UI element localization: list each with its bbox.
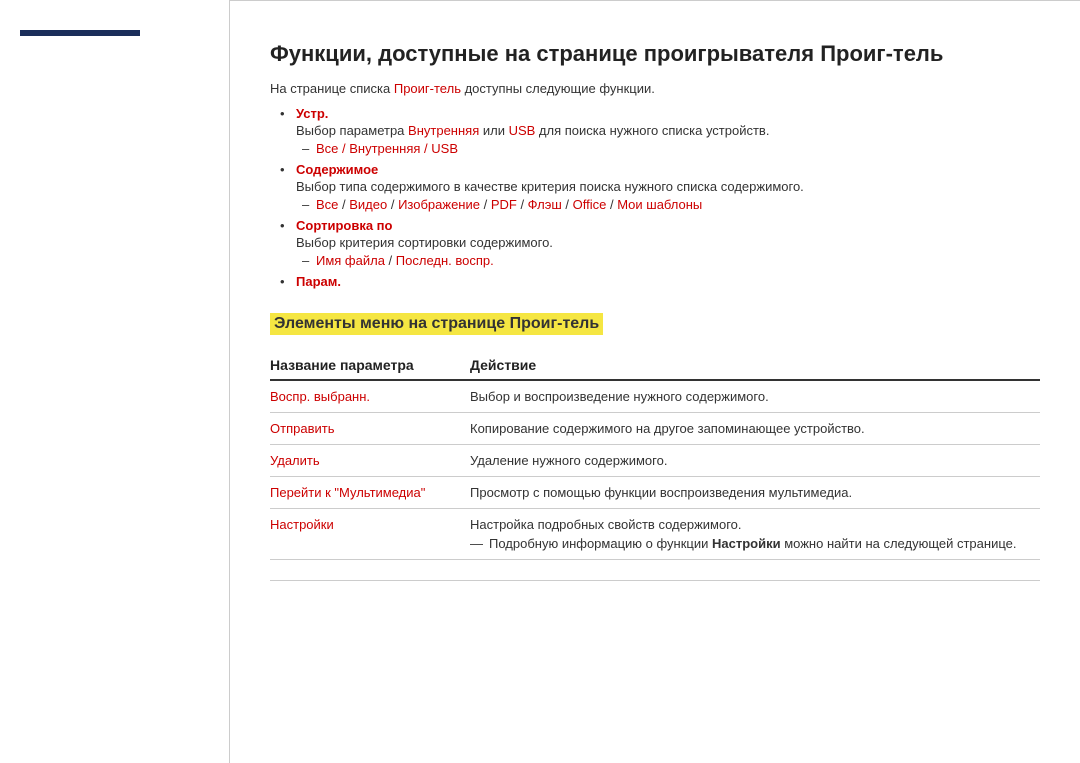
- list-item-sort: Сортировка по Выбор критерия сортировки …: [280, 218, 1040, 268]
- link-video[interactable]: Видео: [349, 197, 387, 212]
- table-row: Отправить Копирование содержимого на дру…: [270, 413, 1040, 445]
- intro-link[interactable]: Проиг-тель: [394, 81, 461, 96]
- bullet-label-param: Парам.: [296, 274, 341, 289]
- note-dash: —: [470, 536, 483, 551]
- ustr-dash: Все / Внутренняя / USB: [296, 141, 1040, 156]
- link-send[interactable]: Отправить: [270, 421, 334, 436]
- link-my-templates[interactable]: Мои шаблоны: [617, 197, 702, 212]
- features-list: Устр. Выбор параметра Внутренняя или USB…: [270, 106, 1040, 289]
- table-row: Настройки Настройка подробных свойств со…: [270, 509, 1040, 560]
- section-heading: Элементы меню на странице Проиг-тель: [270, 313, 603, 335]
- link-vospr[interactable]: Воспр. выбранн.: [270, 389, 370, 404]
- settings-note: — Подробную информацию о функции Настрой…: [470, 536, 1030, 551]
- col-header-param: Название параметра: [270, 351, 470, 380]
- note-bold-settings: Настройки: [712, 536, 781, 551]
- param-vospr: Воспр. выбранн.: [270, 380, 470, 413]
- ustr-desc: Выбор параметра Внутренняя или USB для п…: [296, 123, 1040, 138]
- param-delete: Удалить: [270, 445, 470, 477]
- link-all[interactable]: Все: [316, 197, 338, 212]
- link-office[interactable]: Office: [573, 197, 607, 212]
- action-send: Копирование содержимого на другое запоми…: [470, 413, 1040, 445]
- link-last-played[interactable]: Последн. воспр.: [396, 253, 494, 268]
- action-goto-media: Просмотр с помощью функции воспроизведен…: [470, 477, 1040, 509]
- action-vospr: Выбор и воспроизведение нужного содержим…: [470, 380, 1040, 413]
- content-desc: Выбор типа содержимого в качестве критер…: [296, 179, 1040, 194]
- link-settings[interactable]: Настройки: [270, 517, 334, 532]
- bullet-label-ustr: Устр.: [296, 106, 328, 121]
- action-delete: Удаление нужного содержимого.: [470, 445, 1040, 477]
- link-filename[interactable]: Имя файла: [316, 253, 385, 268]
- params-table: Название параметра Действие Воспр. выбра…: [270, 351, 1040, 560]
- bullet-label-sort: Сортировка по: [296, 218, 392, 233]
- link-goto-media[interactable]: Перейти к "Мультимедиа": [270, 485, 425, 500]
- table-header-row: Название параметра Действие: [270, 351, 1040, 380]
- page-title: Функции, доступные на странице проигрыва…: [270, 41, 1040, 67]
- param-goto-media: Перейти к "Мультимедиа": [270, 477, 470, 509]
- table-row: Воспр. выбранн. Выбор и воспроизведение …: [270, 380, 1040, 413]
- link-flash[interactable]: Флэш: [528, 197, 562, 212]
- link-image[interactable]: Изображение: [398, 197, 480, 212]
- param-send: Отправить: [270, 413, 470, 445]
- param-settings: Настройки: [270, 509, 470, 560]
- list-item-ustr: Устр. Выбор параметра Внутренняя или USB…: [280, 106, 1040, 156]
- action-settings: Настройка подробных свойств содержимого.…: [470, 509, 1040, 560]
- link-usb[interactable]: USB: [509, 123, 536, 138]
- sidebar-decoration-bar: [20, 30, 140, 36]
- table-row: Перейти к "Мультимедиа" Просмотр с помощ…: [270, 477, 1040, 509]
- bottom-divider: [270, 580, 1040, 581]
- note-text: Подробную информацию о функции Настройки…: [489, 536, 1016, 551]
- link-pdf[interactable]: PDF: [491, 197, 517, 212]
- list-item-param: Парам.: [280, 274, 1040, 289]
- table-row: Удалить Удаление нужного содержимого.: [270, 445, 1040, 477]
- bullet-label-content: Содержимое: [296, 162, 378, 177]
- sort-desc: Выбор критерия сортировки содержимого.: [296, 235, 1040, 250]
- link-vnutrennyaya[interactable]: Внутренняя: [408, 123, 479, 138]
- settings-main-text: Настройка подробных свойств содержимого.: [470, 517, 1030, 532]
- intro-paragraph: На странице списка Проиг-тель доступны с…: [270, 81, 1040, 96]
- col-header-action: Действие: [470, 351, 1040, 380]
- link-delete[interactable]: Удалить: [270, 453, 320, 468]
- link-all-usb[interactable]: Все / Внутренняя / USB: [316, 141, 458, 156]
- intro-text-rest: доступны следующие функции.: [465, 81, 655, 96]
- content-dash: Все / Видео / Изображение / PDF / Флэш /…: [296, 197, 1040, 212]
- sidebar: [0, 0, 230, 763]
- list-item-content: Содержимое Выбор типа содержимого в каче…: [280, 162, 1040, 212]
- intro-text-prefix: На странице списка: [270, 81, 390, 96]
- main-content: Функции, доступные на странице проигрыва…: [230, 0, 1080, 763]
- sort-dash: Имя файла / Последн. воспр.: [296, 253, 1040, 268]
